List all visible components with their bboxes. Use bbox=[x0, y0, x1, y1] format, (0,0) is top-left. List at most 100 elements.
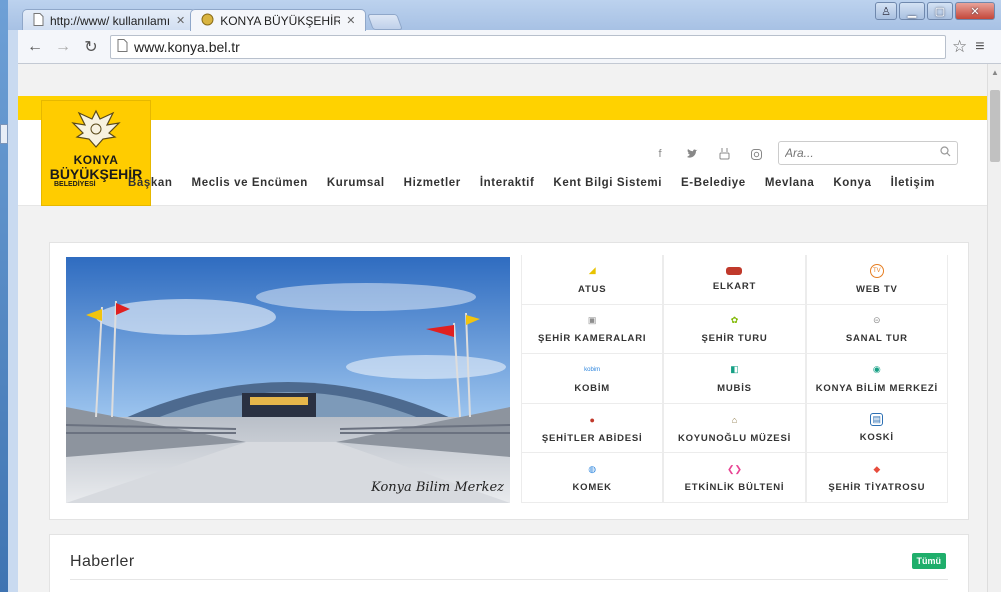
menu-icon[interactable]: ≡ bbox=[975, 38, 984, 56]
nav-item-hizmetler[interactable]: Hizmetler bbox=[404, 177, 461, 189]
site-logo[interactable]: KONYA BÜYÜKŞEHİR BELEDİYESİ bbox=[41, 100, 151, 206]
tour-icon: ✿ bbox=[730, 314, 739, 325]
quick-link-label: KOBİM bbox=[574, 382, 610, 394]
twitter-icon[interactable] bbox=[682, 144, 702, 164]
camera-icon: ▣ bbox=[587, 314, 597, 325]
instagram-icon[interactable] bbox=[746, 144, 766, 164]
desktop-side-tab[interactable] bbox=[0, 124, 8, 144]
quick-link-label: KOSKİ bbox=[859, 432, 894, 444]
quick-link-elkart[interactable]: ELKART bbox=[663, 255, 806, 305]
close-icon[interactable]: ✕ bbox=[346, 14, 355, 27]
close-icon[interactable]: ✕ bbox=[176, 14, 185, 27]
browser-toolbar: ← → ↻ www.konya.bel.tr ☆ ≡ bbox=[18, 30, 1001, 64]
scroll-thumb[interactable] bbox=[990, 90, 1000, 162]
close-window-button[interactable]: ✕ bbox=[955, 2, 995, 20]
nav-item-meclis[interactable]: Meclis ve Encümen bbox=[192, 177, 308, 189]
user-icon[interactable]: ♙ bbox=[875, 2, 897, 20]
koski-icon: ▤ bbox=[870, 413, 884, 427]
quick-link-label: KOYUNOĞLU MÜZESİ bbox=[677, 432, 792, 444]
window-controls: ♙ ▁ ▢ ✕ bbox=[875, 2, 995, 20]
minimize-button[interactable]: ▁ bbox=[899, 2, 925, 20]
new-tab-button[interactable] bbox=[367, 14, 404, 30]
featured-card: Konya Bilim Merkez ◢ ATUS ELKART TV WEB … bbox=[49, 242, 969, 520]
nav-item-baskan[interactable]: Başkan bbox=[128, 177, 173, 189]
search-icon[interactable] bbox=[940, 146, 951, 160]
quick-link-sehir-kameralari[interactable]: ▣ ŞEHİR KAMERALARI bbox=[521, 304, 664, 355]
url-text: www.konya.bel.tr bbox=[134, 38, 240, 55]
quick-link-koyunoglu-muzesi[interactable]: ⌂ KOYUNOĞLU MÜZESİ bbox=[663, 403, 806, 454]
nav-item-kent-bilgi[interactable]: Kent Bilgi Sistemi bbox=[553, 177, 662, 189]
tab-unavailable[interactable]: http://www/ kullanılamıy ✕ bbox=[22, 9, 197, 31]
quick-link-atus[interactable]: ◢ ATUS bbox=[521, 255, 664, 305]
quick-link-sehir-turu[interactable]: ✿ ŞEHİR TURU bbox=[663, 304, 806, 355]
favicon-icon bbox=[201, 13, 214, 29]
page-icon bbox=[33, 12, 44, 29]
tab-title: KONYA BÜYÜKŞEHİR BELE bbox=[220, 13, 341, 28]
quick-links-grid: ◢ ATUS ELKART TV WEB TV ▣ ŞEHİR KAMERALA… bbox=[521, 255, 948, 503]
museum-icon: ⌂ bbox=[731, 414, 738, 425]
quick-link-etkinlik-bulteni[interactable]: ❮❯ ETKİNLİK BÜLTENİ bbox=[663, 453, 806, 503]
scroll-up-icon[interactable]: ▲ bbox=[991, 68, 999, 77]
hero-image[interactable]: Konya Bilim Merkez bbox=[66, 257, 510, 503]
quick-link-sehir-tiyatrosu[interactable]: ◆ ŞEHİR TİYATROSU bbox=[805, 453, 948, 503]
virtual-tour-icon: ⊝ bbox=[873, 314, 881, 325]
quick-link-label: ETKİNLİK BÜLTENİ bbox=[684, 482, 785, 494]
forward-icon[interactable]: → bbox=[52, 38, 74, 56]
facebook-icon[interactable]: f bbox=[650, 144, 670, 164]
logo-line-1: KONYA bbox=[73, 153, 119, 167]
page-icon bbox=[117, 38, 128, 55]
kobim-icon: kobim bbox=[584, 366, 601, 373]
tab-title: http://www/ kullanılamıy bbox=[50, 13, 170, 28]
nav-item-konya[interactable]: Konya bbox=[833, 177, 871, 189]
tv-icon: TV bbox=[869, 263, 884, 278]
youtube-icon[interactable] bbox=[714, 144, 734, 164]
quick-link-label: ELKART bbox=[712, 280, 757, 292]
address-bar[interactable]: www.konya.bel.tr bbox=[110, 34, 946, 59]
tab-strip: http://www/ kullanılamıy ✕ KONYA BÜYÜKŞE… bbox=[22, 9, 404, 31]
quick-link-koski[interactable]: ▤ KOSKİ bbox=[805, 403, 948, 454]
flag-icon: ● bbox=[589, 414, 595, 425]
tab-konya[interactable]: KONYA BÜYÜKŞEHİR BELE ✕ bbox=[190, 9, 367, 31]
top-accent-bar bbox=[18, 96, 987, 120]
globe-icon: ◍ bbox=[588, 463, 597, 474]
vertical-scrollbar[interactable]: ▲ bbox=[987, 64, 1001, 592]
quick-link-sehitler-abidesi[interactable]: ● ŞEHİTLER ABİDESİ bbox=[521, 403, 664, 454]
maximize-button[interactable]: ▢ bbox=[927, 2, 953, 20]
nav-item-interaktif[interactable]: İnteraktif bbox=[480, 177, 535, 189]
browser-window: http://www/ kullanılamıy ✕ KONYA BÜYÜKŞE… bbox=[8, 0, 1001, 592]
divider bbox=[70, 579, 948, 580]
quick-link-web-tv[interactable]: TV WEB TV bbox=[805, 255, 948, 305]
quick-link-label: WEB TV bbox=[855, 283, 898, 295]
quick-link-komek[interactable]: ◍ KOMEK bbox=[521, 453, 664, 503]
site-search bbox=[778, 141, 958, 165]
hero-caption: Konya Bilim Merkez bbox=[371, 480, 504, 495]
nav-item-mevlana[interactable]: Mevlana bbox=[765, 177, 815, 189]
nav-item-iletisim[interactable]: İletişim bbox=[891, 177, 935, 189]
quick-link-sanal-tur[interactable]: ⊝ SANAL TUR bbox=[805, 304, 948, 355]
quick-link-label: ŞEHİTLER ABİDESİ bbox=[541, 432, 643, 444]
bookmark-star-icon[interactable]: ☆ bbox=[952, 37, 967, 57]
quick-link-label: KONYA BİLİM MERKEZİ bbox=[815, 382, 938, 394]
quick-link-kobim[interactable]: kobim KOBİM bbox=[521, 354, 664, 404]
nav-item-e-belediye[interactable]: E-Belediye bbox=[681, 177, 746, 189]
hero-photo bbox=[66, 257, 510, 503]
quick-link-mubis[interactable]: ◧ MUBİS bbox=[663, 354, 806, 404]
main-navigation: Başkan Meclis ve Encümen Kurumsal Hizmet… bbox=[128, 177, 954, 189]
card-icon bbox=[726, 266, 743, 275]
quick-link-label: ŞEHİR TURU bbox=[701, 333, 768, 345]
search-input[interactable] bbox=[785, 146, 935, 160]
back-icon[interactable]: ← bbox=[24, 38, 46, 56]
desktop-edge bbox=[0, 0, 8, 592]
quick-link-konya-bilim-merkezi[interactable]: ◉ KONYA BİLİM MERKEZİ bbox=[805, 354, 948, 404]
quick-link-label: ŞEHİR TİYATROSU bbox=[828, 482, 926, 494]
quick-link-label: SANAL TUR bbox=[845, 333, 908, 345]
reload-icon[interactable]: ↻ bbox=[80, 37, 102, 57]
social-links: f bbox=[650, 144, 766, 164]
logo-line-3: BELEDİYESİ bbox=[54, 181, 96, 188]
events-icon: ❮❯ bbox=[726, 463, 743, 474]
page-viewport: KONYA BÜYÜKŞEHİR BELEDİYESİ f Başkan M bbox=[18, 64, 1001, 592]
news-all-button[interactable]: Tümü bbox=[911, 553, 946, 569]
theater-icon: ◆ bbox=[873, 463, 881, 474]
quick-link-label: ŞEHİR KAMERALARI bbox=[537, 333, 647, 345]
nav-item-kurumsal[interactable]: Kurumsal bbox=[327, 177, 385, 189]
